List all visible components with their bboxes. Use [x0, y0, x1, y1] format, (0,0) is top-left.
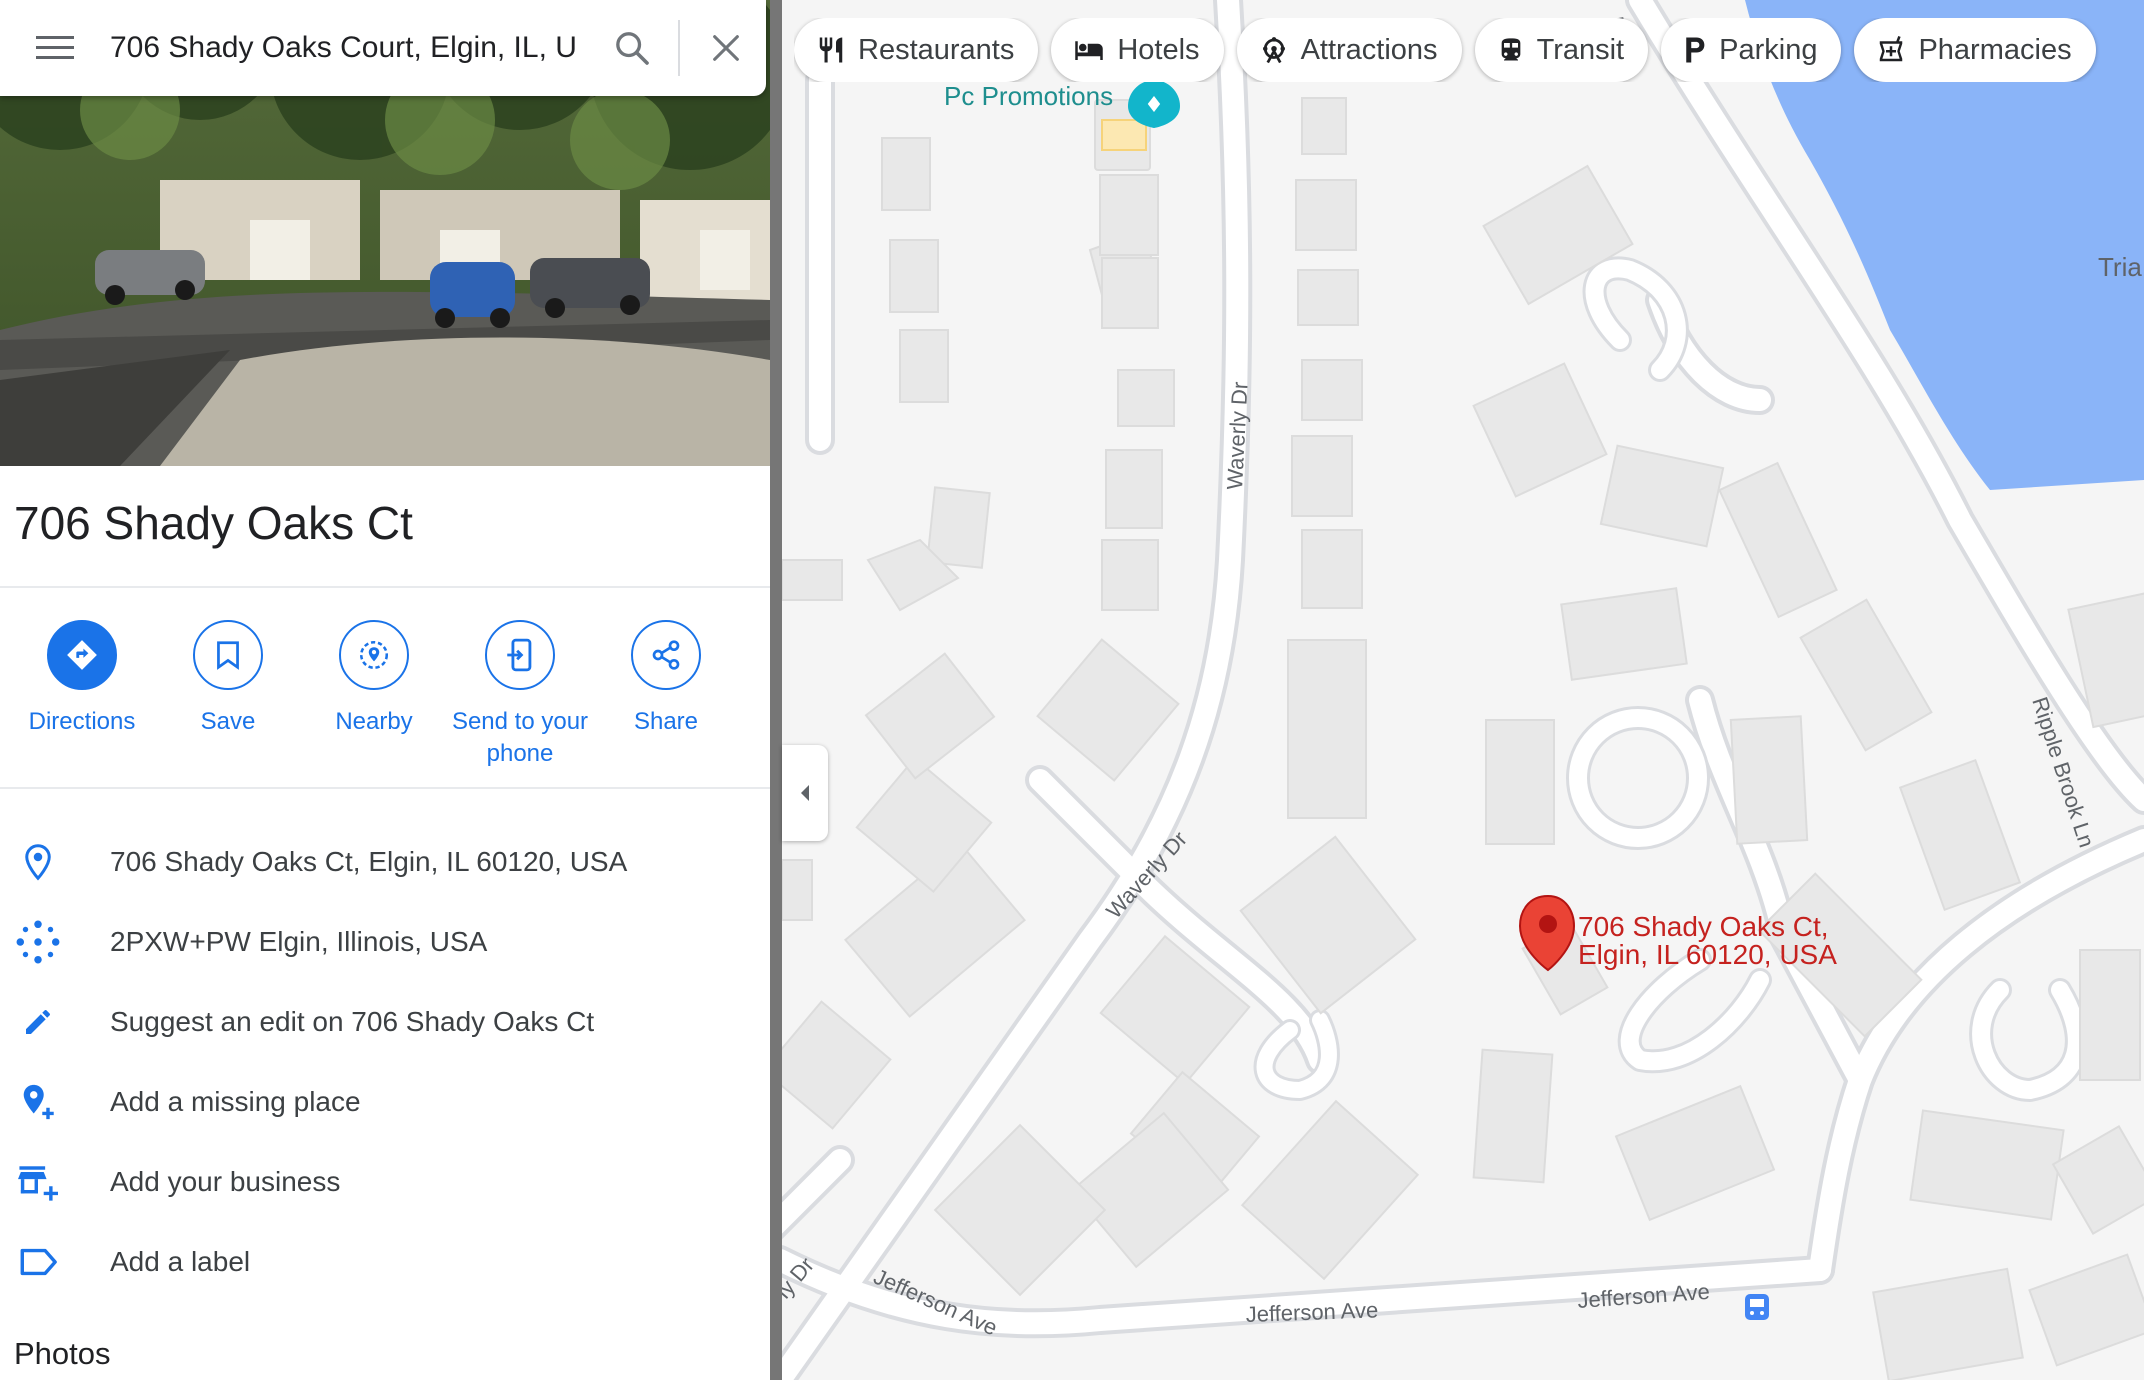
address-row[interactable]: 706 Shady Oaks Ct, Elgin, IL 60120, USA	[0, 822, 770, 902]
close-button[interactable]	[686, 0, 766, 96]
close-icon	[713, 35, 739, 61]
menu-button[interactable]	[0, 0, 110, 96]
share-icon	[652, 640, 680, 670]
add-business-row[interactable]: Add your business	[0, 1142, 770, 1222]
plus-code-icon	[16, 920, 60, 964]
directions-icon	[67, 640, 97, 670]
bed-icon	[1073, 35, 1105, 65]
chip-pharmacies[interactable]: Pharmacies	[1854, 18, 2096, 82]
search-icon	[616, 32, 649, 65]
search-input[interactable]: 706 Shady Oaks Court, Elgin, IL, U	[110, 31, 592, 65]
caret-left-icon	[801, 785, 809, 801]
fork-knife-icon	[816, 35, 846, 65]
suggest-edit-row[interactable]: Suggest an edit on 706 Shady Oaks Ct	[0, 982, 770, 1062]
panel-divider[interactable]	[770, 0, 782, 1380]
chip-hotels[interactable]: Hotels	[1051, 18, 1224, 82]
divider	[0, 787, 770, 789]
marker-label-line2: Elgin, IL 60120, USA	[1578, 939, 1837, 970]
label-icon	[20, 1248, 57, 1276]
street-label-jefferson-mid: Jefferson Ave	[1245, 1297, 1378, 1327]
add-business-icon	[18, 1166, 58, 1201]
side-panel: 706 Shady Oaks Court, Elgin, IL, U 706 S…	[0, 0, 770, 1380]
add-label-row[interactable]: Add a label	[0, 1222, 770, 1302]
search-box: 706 Shady Oaks Court, Elgin, IL, U	[0, 0, 766, 96]
bus-stop-marker[interactable]	[1745, 1294, 1769, 1320]
category-chips: Restaurants Hotels Attractions Transit P…	[794, 18, 2144, 82]
add-place-icon	[23, 1084, 54, 1120]
marker-label-line1: 706 Shady Oaks Ct,	[1578, 911, 1829, 942]
location-pin-icon	[25, 844, 51, 881]
add-missing-place-row[interactable]: Add a missing place	[0, 1062, 770, 1142]
ferris-wheel-icon	[1259, 35, 1289, 65]
chip-attractions[interactable]: Attractions	[1236, 18, 1462, 82]
pencil-icon	[26, 1010, 50, 1034]
svg-text:♦: ♦	[1144, 93, 1164, 118]
nearby-icon	[359, 640, 389, 670]
nearby-button[interactable]: Nearby	[301, 620, 447, 738]
send-to-phone-button[interactable]: Send to your phone	[447, 620, 593, 770]
search-button[interactable]	[592, 0, 672, 96]
directions-button[interactable]: Directions	[9, 620, 155, 738]
search-divider	[678, 20, 680, 76]
poi-label: Pc Promotions	[944, 81, 1113, 111]
collapse-panel-button[interactable]	[782, 745, 828, 841]
hamburger-menu-icon	[36, 36, 74, 59]
bus-icon	[1750, 1299, 1764, 1307]
divider	[0, 586, 770, 588]
water-label-edge: Tria	[2098, 252, 2142, 282]
photos-heading: Photos	[14, 1336, 111, 1371]
bookmark-icon	[217, 641, 239, 670]
chip-parking[interactable]: Parking	[1661, 18, 1842, 82]
chip-restaurants[interactable]: Restaurants	[794, 18, 1039, 82]
save-button[interactable]: Save	[155, 620, 301, 738]
chip-transit[interactable]: Transit	[1474, 18, 1649, 82]
share-button[interactable]: Share	[593, 620, 739, 738]
pharmacy-icon	[1876, 35, 1906, 65]
send-to-phone-icon	[507, 638, 532, 672]
parking-icon	[1683, 35, 1707, 65]
plus-code-row[interactable]: 2PXW+PW Elgin, Illinois, USA	[0, 902, 770, 982]
place-title: 706 Shady Oaks Ct	[14, 497, 413, 549]
train-icon	[1497, 35, 1525, 65]
